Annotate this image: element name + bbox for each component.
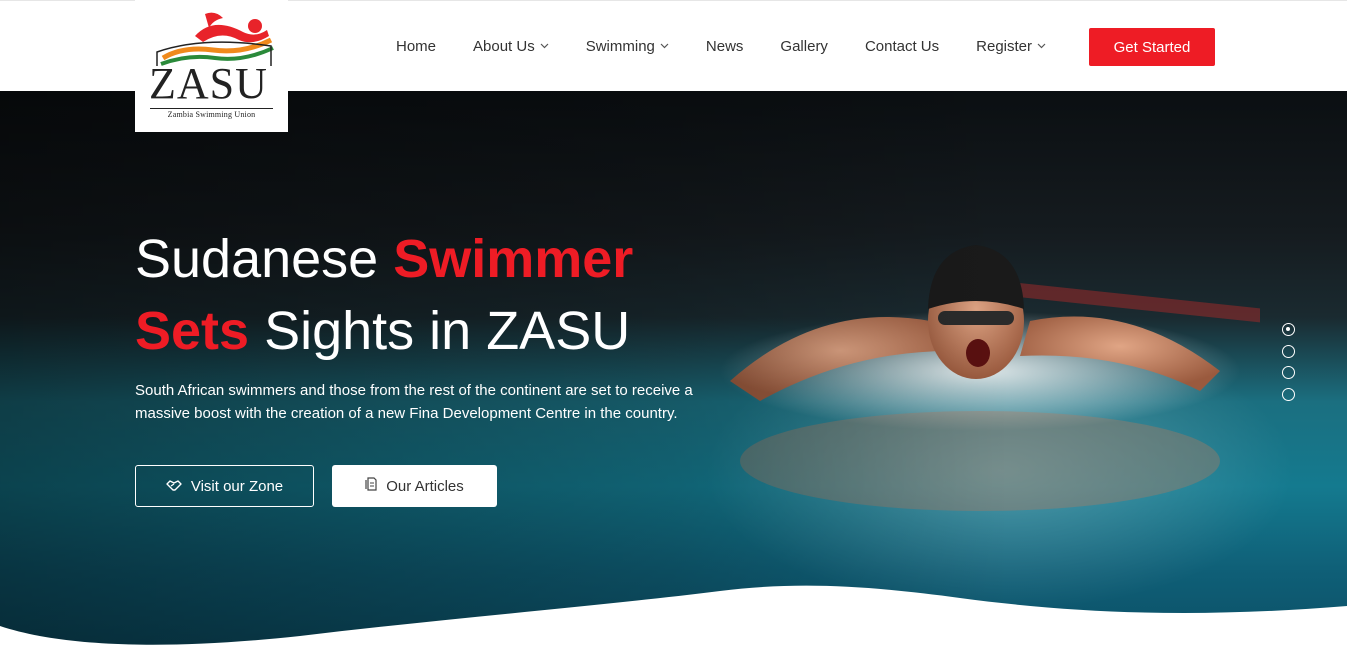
headline-text: Sudanese	[135, 229, 394, 289]
hero-slider: Sudanese Swimmer Sets Sights in ZASU Sou…	[0, 91, 1347, 656]
nav-item-register[interactable]: Register	[976, 38, 1046, 55]
button-label: Visit our Zone	[190, 477, 284, 495]
hero-lead-text: South African swimmers and those from th…	[135, 382, 693, 422]
hero-headline: Sudanese Swimmer Sets Sights in ZASU	[135, 223, 755, 367]
nav-item-gallery[interactable]: Gallery	[780, 38, 828, 55]
main-nav: Home About Us Swimming News Gallery Cont…	[396, 1, 1083, 92]
logo-wordmark: ZASU	[149, 59, 268, 108]
slider-dot[interactable]	[1282, 323, 1295, 336]
nav-item-label: About Us	[473, 38, 535, 55]
slider-dot[interactable]	[1282, 387, 1295, 401]
chevron-down-icon	[540, 41, 549, 52]
nav-item-about-us[interactable]: About Us	[473, 38, 549, 55]
nav-item-label: Contact Us	[864, 38, 940, 55]
nav-item-home[interactable]: Home	[396, 38, 436, 55]
zasu-swimmer-mark-icon	[156, 12, 274, 66]
headline-highlight: Swimmer	[393, 229, 634, 289]
slider-dot[interactable]	[1282, 366, 1295, 379]
document-icon	[365, 477, 377, 495]
nav-item-label: Swimming	[585, 38, 655, 55]
logo-subtitle: Zambia Swimming Union	[150, 108, 273, 119]
chevron-down-icon	[660, 41, 669, 52]
nav-item-label: Register	[976, 38, 1032, 55]
nav-item-contact-us[interactable]: Contact Us	[865, 38, 939, 55]
slider-pagination	[1282, 323, 1295, 409]
nav-item-label: Home	[396, 38, 437, 55]
headline-text: Sights in ZASU	[249, 301, 631, 361]
handshake-icon	[166, 478, 182, 495]
nav-item-swimming[interactable]: Swimming	[586, 38, 669, 55]
slider-dot[interactable]	[1282, 344, 1295, 358]
nav-item-label: News	[705, 38, 744, 55]
headline-highlight: Sets	[135, 301, 250, 361]
our-articles-button[interactable]: Our Articles	[332, 465, 497, 507]
chevron-down-icon	[1037, 41, 1046, 52]
hero-bottom-wave	[0, 585, 1347, 656]
button-label: Our Articles	[386, 477, 464, 495]
nav-item-label: Gallery	[780, 38, 828, 55]
get-started-button[interactable]: Get Started	[1089, 28, 1215, 66]
nav-item-news[interactable]: News	[706, 38, 744, 55]
site-logo[interactable]: ZASU Zambia Swimming Union	[135, 0, 288, 132]
visit-our-zone-button[interactable]: Visit our Zone	[135, 465, 314, 507]
